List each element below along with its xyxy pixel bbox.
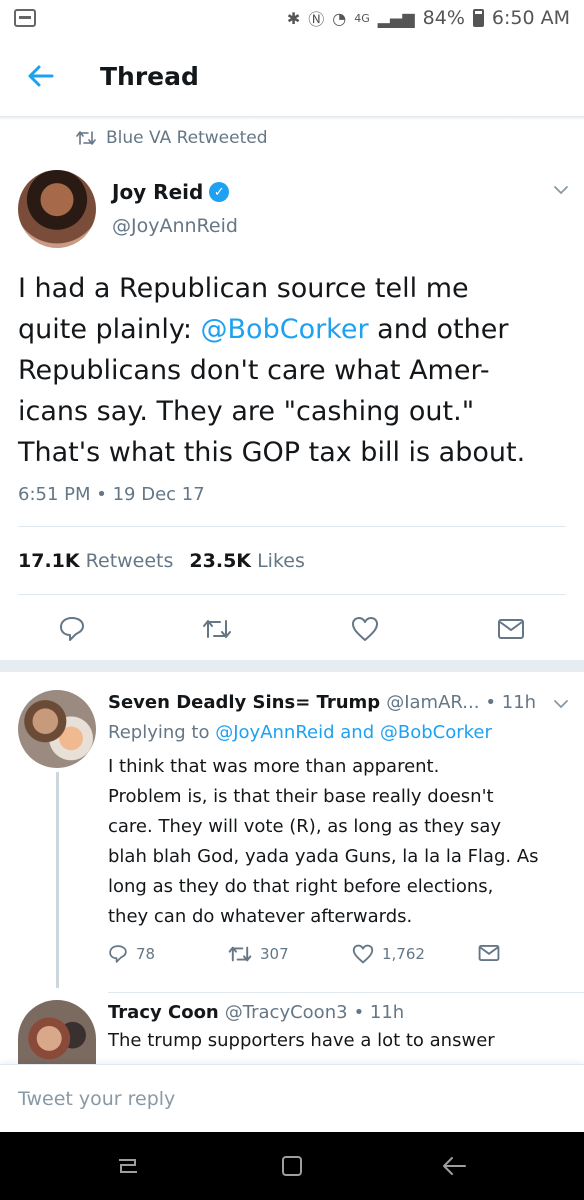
tweet-text-line: quite plainly: @BobCorker and other [18,314,509,345]
retweet-button[interactable]: 307 [228,944,289,964]
status-bar: ✱ Ⓝ ◔ 4G ▂▄▆ 84% 6:50 AM [0,0,584,36]
like-button[interactable] [348,612,382,646]
author-handle[interactable]: @JoyAnnReid [112,215,238,237]
back-arrow-icon [28,65,54,87]
page-title: Thread [100,61,199,91]
mention-link[interactable]: @BobCorker [380,722,492,743]
author-name-row[interactable]: Joy Reid ✓ [112,180,230,204]
reply-author-name: Tracy Coon [108,1002,219,1023]
signal-icon: ▂▄▆ [377,8,415,28]
back-arrow-icon [443,1157,466,1175]
replying-to: Replying to @JoyAnnReid and @BobCorker [108,722,492,743]
like-button[interactable]: 1,762 [352,944,425,964]
retweets-stat[interactable]: 17.1K Retweets [18,550,173,572]
home-icon [282,1156,302,1176]
tweet-timestamp: 6:51 PM • 19 Dec 17 [18,484,205,505]
battery-percent: 84% [422,7,465,29]
tweet-text-line: Republicans don't care what Amer- [18,355,490,386]
avatar[interactable] [18,1000,96,1064]
retweet-context-label: Blue VA Retweeted [106,128,268,148]
verified-badge-icon: ✓ [209,182,230,202]
thread-connector-line [56,772,59,988]
like-count: 1,762 [382,945,425,963]
mention-link[interactable]: @BobCorker [201,314,369,345]
envelope-icon [498,619,524,639]
wifi-icon: ◔ [332,8,347,28]
network-type: 4G [354,11,370,25]
chevron-down-icon[interactable] [553,182,569,198]
recents-button[interactable] [108,1146,148,1186]
reply-text: I think that was more than apparent. Pro… [108,756,539,927]
divider [18,526,566,527]
reply-time: • 11h [485,692,537,713]
avatar[interactable] [18,690,96,768]
reply-button[interactable]: 78 [108,944,155,964]
tweet-stats: 17.1K Retweets 23.5K Likes [18,550,305,572]
system-nav-bar [0,1132,584,1200]
home-button[interactable] [272,1146,312,1186]
retweet-count: 307 [260,945,289,963]
avatar[interactable] [18,170,96,248]
status-icons: ✱ Ⓝ ◔ 4G ▂▄▆ 84% 6:50 AM [287,6,570,30]
retweet-context[interactable]: Blue VA Retweeted [76,128,268,148]
heart-icon [352,617,378,641]
bluetooth-icon: ✱ [286,8,301,28]
reply-actions: 78 307 1,762 [108,944,508,970]
recents-icon [119,1159,137,1173]
retweet-button[interactable] [200,612,234,646]
reply-author-name: Seven Deadly Sins= Trump [108,692,381,713]
author-name: Joy Reid [112,180,204,204]
tweet-text-line: icans say. They are "cashing out." [18,396,475,427]
section-separator [0,660,584,672]
retweet-icon [228,946,252,962]
app-header: Thread [0,36,584,116]
reply-composer [0,1064,584,1132]
share-dm-button[interactable] [494,612,528,646]
reply-header[interactable]: Seven Deadly Sins= Trump @IamAR... • 11h [108,692,536,713]
reply-author-handle: @IamAR... [386,692,480,713]
header-shadow [0,116,584,120]
mention-link[interactable]: @JoyAnnReid [215,722,334,743]
reply-header[interactable]: Tracy Coon @TracyCoon3 • 11h [108,1002,404,1023]
status-time: 6:50 AM [491,7,570,29]
reply-time: • 11h [353,1002,405,1023]
reply-text: The trump supporters have a lot to answe… [108,1030,495,1051]
retweet-icon [76,131,96,145]
chevron-down-icon[interactable] [553,696,569,712]
tweet-text-line: That's what this GOP tax bill is about. [18,437,526,468]
battery-icon [472,9,484,27]
heart-icon [352,944,374,964]
tweet-text-line: I had a Republican source tell me [18,273,469,304]
notification-app-icon [14,9,36,27]
share-dm-button[interactable] [478,944,500,962]
back-button[interactable] [0,36,80,116]
envelope-icon [478,944,500,962]
reply-icon [109,945,127,963]
divider [108,992,584,993]
reply-count: 78 [136,945,156,963]
divider [18,594,566,595]
reply-input[interactable] [18,1087,558,1110]
reply-author-handle: @TracyCoon3 [224,1002,348,1023]
system-back-button[interactable] [434,1146,474,1186]
reply-icon [60,617,84,641]
tweet-actions [0,612,584,646]
nfc-icon: Ⓝ [308,10,325,29]
retweet-icon [203,620,231,638]
likes-stat[interactable]: 23.5K Likes [189,550,304,572]
tweet-text: I had a Republican source tell me quite … [18,268,574,473]
reply-button[interactable] [55,612,89,646]
